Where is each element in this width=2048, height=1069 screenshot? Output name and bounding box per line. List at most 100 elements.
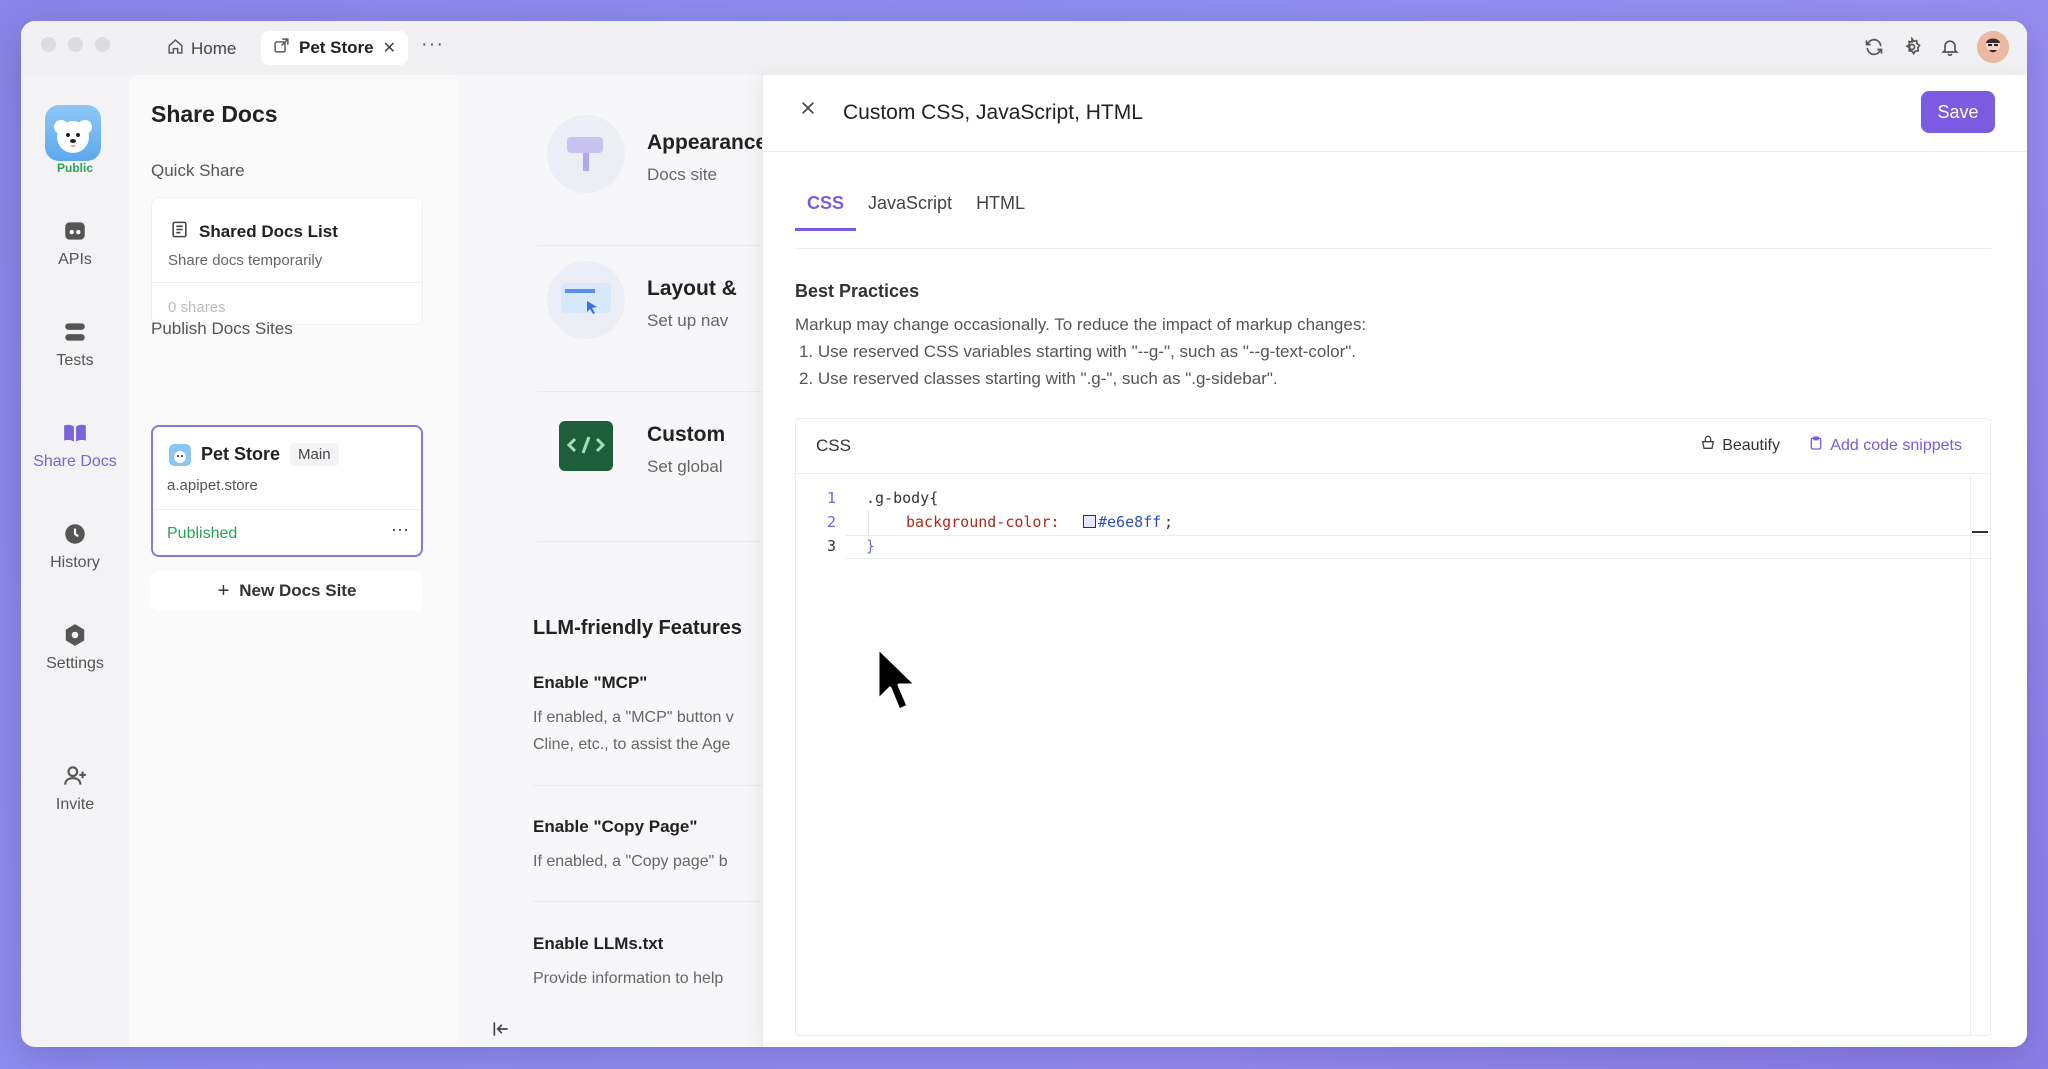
tab-pet-store-label: Pet Store <box>299 38 374 57</box>
line-number: 1 <box>826 489 836 507</box>
llm-features-title: LLM-friendly Features <box>533 617 742 639</box>
new-docs-site-label: New Docs Site <box>239 581 357 600</box>
nav-item-share-docs[interactable]: Share Docs <box>21 420 129 471</box>
snippet-icon <box>1808 435 1824 456</box>
nav-label-invite: Invite <box>55 796 95 813</box>
more-tabs-button[interactable]: ··· <box>421 33 444 56</box>
share-docs-panel: Share Docs Quick Share Shared Docs List … <box>129 75 457 1047</box>
layout-cursor-icon <box>547 261 625 339</box>
line-number: 2 <box>826 513 836 531</box>
active-line-highlight <box>846 535 1990 559</box>
feature-mcp-desc-2: Cline, etc., to assist the Age <box>533 736 731 753</box>
css-editor: CSS Beautify Add code snippets 1 .g-body… <box>795 418 1991 1036</box>
nav-label-history: History <box>50 554 100 571</box>
quick-share-heading: Quick Share <box>151 161 245 180</box>
code-line-3: } <box>866 537 876 555</box>
tab-css[interactable]: CSS <box>795 193 857 231</box>
project-logo[interactable] <box>45 105 101 161</box>
save-button[interactable]: Save <box>1921 91 1995 133</box>
feature-mcp-title: Enable "MCP" <box>533 673 648 692</box>
color-swatch[interactable] <box>1083 515 1096 528</box>
nav-label-apis: APIs <box>58 251 92 268</box>
close-icon[interactable] <box>799 99 817 122</box>
shares-count: 0 shares <box>168 299 226 316</box>
tab-pet-store[interactable]: Pet Store ✕ <box>261 31 409 65</box>
shared-docs-title: Shared Docs List <box>199 222 338 241</box>
nav-item-apis[interactable]: APIs <box>21 218 129 269</box>
appearance-title: Appearance <box>647 131 762 154</box>
code-line-2-property: background-color: <box>906 513 1060 531</box>
clock-icon <box>62 521 88 547</box>
magic-wand-icon <box>1700 435 1716 456</box>
tabs-divider <box>795 248 1991 249</box>
nav-item-history[interactable]: History <box>21 521 129 572</box>
line-number: 3 <box>826 537 836 555</box>
settings-icon <box>62 622 88 648</box>
minimize-window-button[interactable] <box>68 37 83 52</box>
nav-item-invite[interactable]: Invite <box>21 763 129 814</box>
layout-title: Layout & <box>647 277 737 300</box>
tab-html[interactable]: HTML <box>964 193 1037 231</box>
feature-llms-txt-title: Enable LLMs.txt <box>533 934 664 953</box>
divider <box>533 901 762 902</box>
editor-header: CSS Beautify Add code snippets <box>796 419 1990 474</box>
feature-mcp-desc-1: If enabled, a "MCP" button v <box>533 709 734 726</box>
scrollbar-marker <box>1972 531 1988 533</box>
docs-site-settings: Appearance Docs site Layout & Set up nav… <box>457 75 762 1047</box>
site-branch-badge: Main <box>290 443 339 466</box>
card-divider <box>153 509 421 510</box>
share-docs-title: Share Docs <box>151 101 278 127</box>
best-practices-item-1: 1. Use reserved CSS variables starting w… <box>799 342 1356 361</box>
docs-site-card[interactable]: Pet Store Main a.apipet.store Published … <box>151 425 423 557</box>
tab-home[interactable]: Home <box>159 34 244 64</box>
feature-copy-page-title: Enable "Copy Page" <box>533 817 698 836</box>
code-line-1: .g-body{ <box>866 489 939 507</box>
shared-docs-desc: Share docs temporarily <box>168 252 323 269</box>
paint-roller-icon <box>547 115 625 193</box>
refresh-icon[interactable] <box>1863 36 1885 58</box>
app-window: Home Pet Store ✕ ··· Public APIs Tests S… <box>21 21 2027 1047</box>
feature-copy-page-desc: If enabled, a "Copy page" b <box>533 853 728 870</box>
custom-code-drawer: Custom CSS, JavaScript, HTML Save CSS Ja… <box>763 75 2027 1047</box>
close-tab-icon[interactable]: ✕ <box>383 38 396 58</box>
feature-llms-txt-desc: Provide information to help <box>533 970 724 987</box>
tests-icon <box>62 319 88 345</box>
nav-label-settings: Settings <box>46 655 104 672</box>
mouse-cursor-icon <box>875 645 921 722</box>
new-docs-site-button[interactable]: + New Docs Site <box>151 571 423 611</box>
title-bar: Home Pet Store ✕ ··· <box>21 21 2027 75</box>
nav-item-settings[interactable]: Settings <box>21 622 129 673</box>
code-line-2-value: #e6e8ff <box>1098 513 1162 531</box>
site-status: Published <box>167 525 238 542</box>
card-divider <box>152 282 422 283</box>
custom-desc: Set global <box>647 457 723 476</box>
gear-icon[interactable] <box>1901 36 1923 58</box>
document-list-icon <box>170 220 189 244</box>
beautify-button[interactable]: Beautify <box>1700 435 1780 456</box>
code-line-2-end: ; <box>1164 513 1174 531</box>
shared-docs-card[interactable]: Shared Docs List Share docs temporarily … <box>151 197 423 325</box>
layout-desc: Set up nav <box>647 311 729 330</box>
divider <box>537 391 762 392</box>
home-icon <box>167 38 184 60</box>
beautify-label: Beautify <box>1722 436 1780 454</box>
site-more-button[interactable]: ··· <box>391 519 409 540</box>
tab-javascript[interactable]: JavaScript <box>856 193 964 231</box>
maximize-window-button[interactable] <box>95 37 110 52</box>
nav-label-share-docs: Share Docs <box>33 453 117 470</box>
collapse-sidebar-icon[interactable] <box>491 1019 511 1044</box>
apis-icon <box>62 218 88 244</box>
editor-scrollbar[interactable] <box>1970 475 1990 1035</box>
close-window-button[interactable] <box>41 37 56 52</box>
share-link-icon <box>273 37 290 59</box>
add-code-snippets-button[interactable]: Add code snippets <box>1808 435 1962 456</box>
bell-icon[interactable] <box>1939 36 1961 58</box>
project-visibility-badge: Public <box>56 161 93 175</box>
divider <box>537 541 762 542</box>
book-icon <box>62 420 88 446</box>
site-name: Pet Store <box>201 444 281 464</box>
tab-home-label: Home <box>191 39 237 58</box>
best-practices-intro: Markup may change occasionally. To reduc… <box>795 315 1367 334</box>
user-avatar[interactable] <box>1977 31 2009 63</box>
nav-item-tests[interactable]: Tests <box>21 319 129 370</box>
